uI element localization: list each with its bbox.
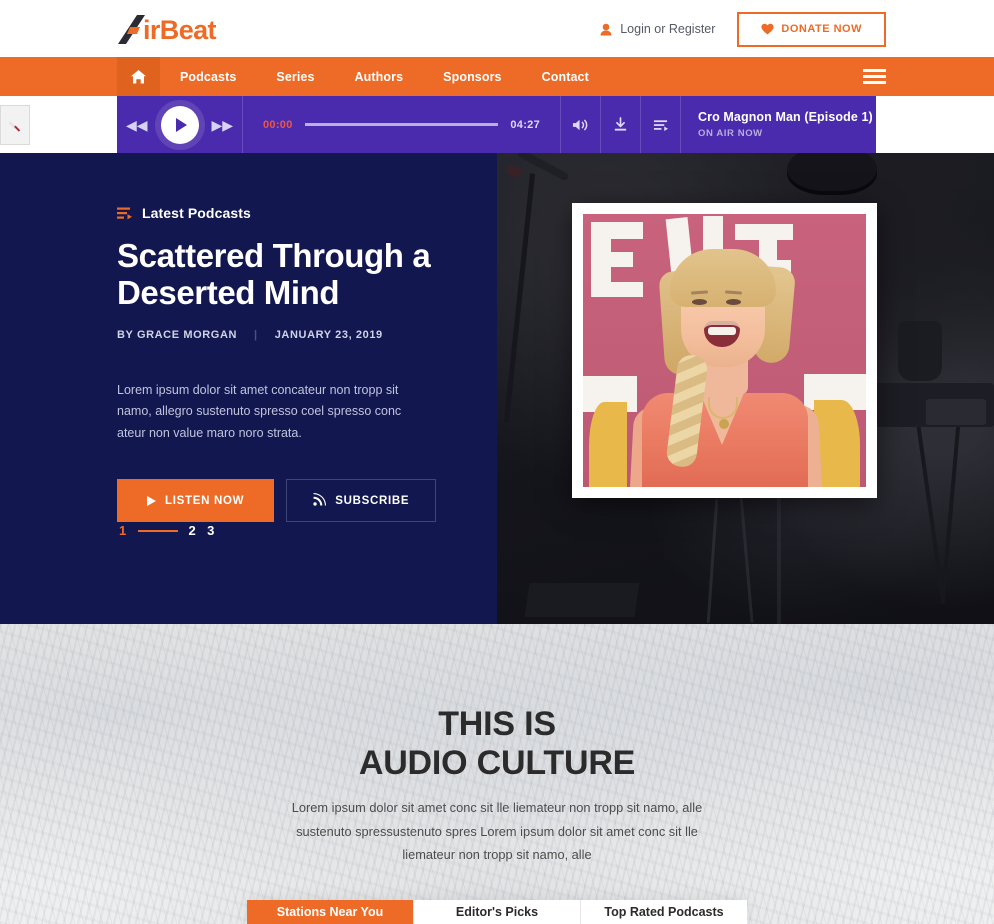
desc-line-1: Lorem ipsum dolor sit amet conc sit lle …	[291, 800, 703, 815]
section-heading: THIS IS AUDIO CULTURE	[0, 705, 994, 783]
hero-section: Latest Podcasts Scattered Through a Dese…	[0, 153, 994, 624]
top-bar-actions: Login or Register DONATE NOW	[600, 11, 886, 47]
pagination-item-1[interactable]: 1	[119, 523, 127, 538]
logo[interactable]: irBeat	[117, 12, 217, 46]
hero-copy: Latest Podcasts Scattered Through a Dese…	[117, 205, 457, 523]
playlist-arrow-icon	[117, 207, 132, 220]
user-icon	[600, 23, 612, 36]
logo-text: irBeat	[143, 14, 217, 45]
audio-culture-section: THIS IS AUDIO CULTURE Lorem ipsum dolor …	[0, 624, 994, 924]
hero-title-line-1: Scattered Through a	[117, 237, 431, 274]
progress-slider[interactable]	[304, 123, 499, 126]
nav-item-series[interactable]: Series	[256, 57, 334, 96]
volume-button[interactable]	[561, 96, 601, 153]
podcast-tabs: Stations Near You Editor's Picks Top Rat…	[247, 900, 747, 924]
tab-top-rated-podcasts[interactable]: Top Rated Podcasts	[581, 900, 747, 924]
audio-player: ◀◀ ▶▶ 00:00 04:27 Cro Magnon Man (Episod…	[117, 96, 876, 153]
heading-line-2: AUDIO CULTURE	[358, 743, 636, 782]
total-time: 04:27	[510, 118, 540, 131]
volume-icon	[572, 119, 588, 130]
nav-label: Series	[276, 69, 315, 84]
nav-label: Podcasts	[180, 69, 237, 84]
nav-item-contact[interactable]: Contact	[522, 57, 609, 96]
playlist-button[interactable]	[641, 96, 681, 153]
hamburger-line	[863, 69, 886, 72]
meta-divider: |	[254, 328, 258, 341]
page-title: Scattered Through a Deserted Mind	[117, 237, 457, 312]
hero-date: JANUARY 23, 2019	[274, 328, 383, 341]
download-button[interactable]	[601, 96, 641, 153]
hero-framed-photo	[572, 203, 877, 498]
hamburger-line	[863, 81, 886, 84]
home-icon	[131, 69, 146, 84]
heading-line-1: THIS IS	[438, 705, 556, 743]
nav-items: Podcasts Series Authors Sponsors Contact	[117, 57, 609, 96]
nav-label: Authors	[354, 69, 404, 84]
login-or-register-link[interactable]: Login or Register	[600, 22, 715, 36]
forward-icon[interactable]: ▶▶	[212, 118, 234, 132]
heart-icon	[761, 23, 775, 35]
play-icon	[147, 495, 156, 506]
pagination-item-2[interactable]: 2	[189, 523, 197, 538]
playlist-icon	[653, 119, 668, 131]
section-description: Lorem ipsum dolor sit amet conc sit lle …	[0, 796, 994, 867]
pagination-item-3[interactable]: 3	[207, 523, 215, 538]
play-icon	[175, 117, 187, 132]
download-icon	[614, 117, 627, 131]
sidebar-item-home[interactable]	[117, 57, 160, 96]
listen-label: LISTEN NOW	[165, 494, 245, 507]
hamburger-line	[863, 75, 886, 78]
donate-now-button[interactable]: DONATE NOW	[737, 11, 886, 47]
nav-label: Contact	[541, 69, 589, 84]
desc-line-2: sustenuto spressustenuto spres Lorem ips…	[296, 823, 698, 839]
tab-label: Editor's Picks	[455, 905, 539, 919]
main-navigation: Podcasts Series Authors Sponsors Contact	[0, 57, 994, 96]
hero-pagination: 1 2 3	[119, 523, 215, 538]
side-bookmark-tab[interactable]	[0, 105, 30, 145]
now-playing-info: Cro Magnon Man (Episode 1) ON AIR NOW	[681, 96, 876, 153]
avatar	[629, 247, 822, 487]
donate-label: DONATE NOW	[781, 23, 862, 35]
nav-item-authors[interactable]: Authors	[335, 57, 424, 96]
current-time: 00:00	[263, 118, 293, 131]
nav-label: Sponsors	[443, 69, 502, 84]
subscribe-button[interactable]: SUBSCRIBE	[286, 479, 437, 523]
hero-meta: BY GRACE MORGAN | JANUARY 23, 2019	[117, 329, 457, 341]
subscribe-label: SUBSCRIBE	[335, 494, 410, 507]
desc-line-3: liemateur non tropp sit namo, alle	[402, 847, 592, 863]
hero-eyebrow-label: Latest Podcasts	[142, 205, 251, 221]
hero-actions: LISTEN NOW SUBSCRIBE	[117, 479, 457, 523]
play-button[interactable]	[160, 105, 199, 144]
tab-label: Stations Near You	[276, 905, 384, 919]
nav-item-podcasts[interactable]: Podcasts	[160, 57, 256, 96]
hero-background-photo	[497, 153, 994, 624]
hamburger-icon[interactable]	[863, 65, 886, 88]
top-bar: irBeat Login or Register DONATE NOW	[0, 0, 994, 57]
tab-stations-near-you[interactable]: Stations Near You	[247, 900, 414, 924]
track-status: ON AIR NOW	[698, 128, 763, 139]
tab-label: Top Rated Podcasts	[604, 905, 724, 919]
hero-title-line-2: Deserted Mind	[117, 274, 340, 312]
track-title: Cro Magnon Man (Episode 1)	[698, 110, 873, 124]
hero-author: BY GRACE MORGAN	[117, 328, 238, 341]
listen-now-button[interactable]: LISTEN NOW	[117, 479, 275, 523]
rewind-icon[interactable]: ◀◀	[126, 118, 148, 132]
bookmark-icon	[8, 120, 20, 132]
rss-icon	[313, 492, 327, 509]
page-root: irBeat Login or Register DONATE NOW Podc…	[0, 0, 994, 924]
pagination-indicator	[137, 529, 178, 532]
player-progress: 00:00 04:27	[243, 96, 561, 153]
hero-description: Lorem ipsum dolor sit amet concateur non…	[117, 382, 402, 441]
hero-eyebrow: Latest Podcasts	[117, 205, 457, 221]
login-label: Login or Register	[620, 22, 716, 36]
nav-item-sponsors[interactable]: Sponsors	[423, 57, 521, 96]
tab-editors-picks[interactable]: Editor's Picks	[414, 900, 581, 924]
player-transport-controls: ◀◀ ▶▶	[117, 96, 243, 153]
